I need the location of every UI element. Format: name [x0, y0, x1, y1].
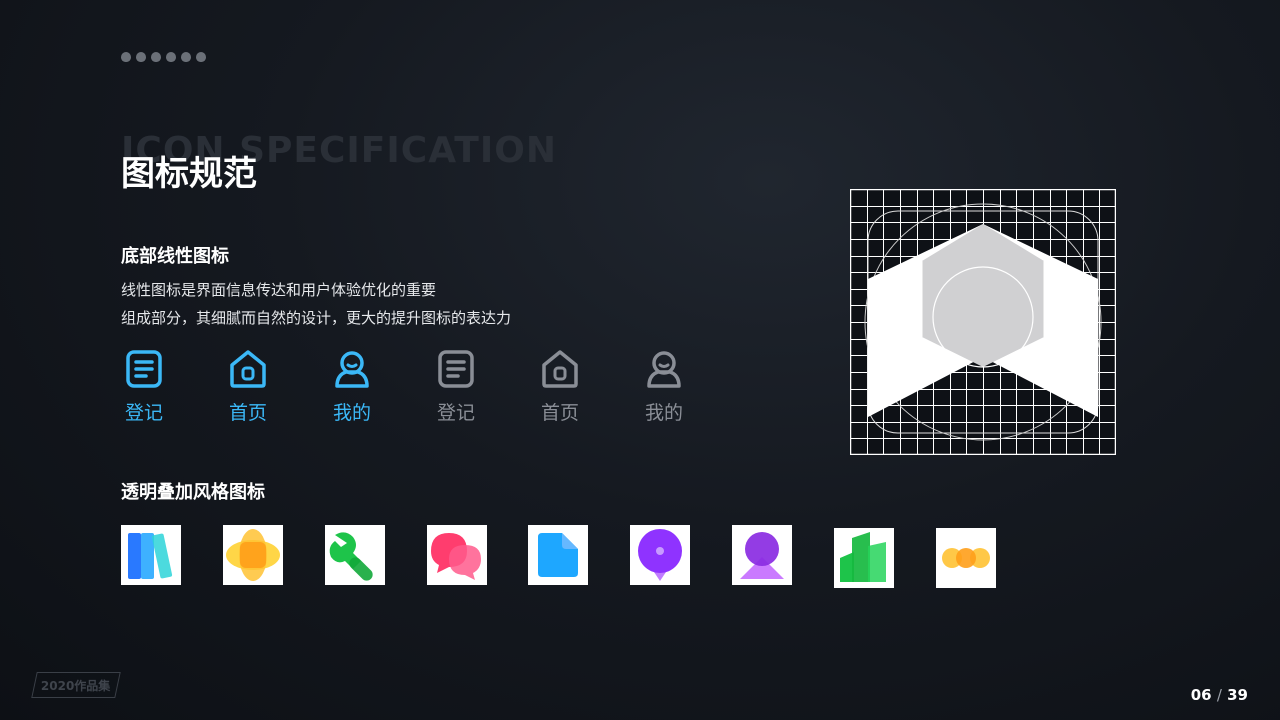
- wrench-icon: [329, 532, 373, 581]
- document-icon: [126, 350, 162, 388]
- line-icon-label: 登记: [436, 402, 475, 424]
- line-icon-register-inactive[interactable]: 登记: [426, 348, 486, 425]
- user-icon: [647, 351, 681, 388]
- portfolio-badge-label: 2020作品集: [41, 678, 111, 693]
- description-line-1: 线性图标是界面信息传达和用户体验优化的重要: [121, 281, 437, 299]
- app-icon-coins[interactable]: [936, 528, 996, 588]
- app-icon-chat-bubbles[interactable]: [427, 525, 487, 585]
- home-icon: [230, 350, 266, 388]
- document-icon: [438, 350, 474, 388]
- person-icon: [740, 532, 784, 579]
- line-icon-label: 首页: [540, 402, 579, 424]
- app-icon-person[interactable]: [732, 525, 792, 585]
- section-heading-line-icons: 底部线性图标: [121, 246, 229, 267]
- portfolio-badge: 2020作品集: [31, 672, 121, 698]
- app-icon-file[interactable]: [528, 525, 588, 585]
- building-chart-icon: [840, 532, 886, 582]
- progress-dots: [121, 52, 206, 62]
- page-title: 图标规范: [121, 154, 257, 194]
- line-icon-label: 首页: [228, 402, 267, 424]
- page-current: 06: [1190, 686, 1212, 704]
- section-heading-overlay-icons: 透明叠加风格图标: [121, 482, 265, 503]
- page-total: 39: [1227, 686, 1248, 704]
- location-pin-icon: [638, 529, 682, 581]
- line-icon-profile-active[interactable]: 我的: [322, 348, 382, 425]
- dot-icon: [136, 52, 146, 62]
- grid-logo-icon: [850, 189, 1116, 455]
- user-icon: [335, 351, 369, 388]
- line-icon-profile-inactive[interactable]: 我的: [634, 348, 694, 425]
- dot-icon: [196, 52, 206, 62]
- line-icon-home-inactive[interactable]: 首页: [530, 348, 590, 425]
- dot-icon: [181, 52, 191, 62]
- section-description: 线性图标是界面信息传达和用户体验优化的重要 组成部分，其细腻而自然的设计，更大的…: [121, 276, 511, 332]
- dot-icon: [166, 52, 176, 62]
- line-icon-label: 登记: [124, 402, 163, 424]
- app-icon-orange-blob[interactable]: [223, 525, 283, 585]
- app-icon-books[interactable]: [121, 525, 181, 585]
- dot-icon: [121, 52, 131, 62]
- line-icon-label: 我的: [644, 402, 683, 424]
- app-icon-wrench[interactable]: [325, 525, 385, 585]
- file-icon: [538, 533, 578, 577]
- books-icon: [128, 533, 173, 579]
- chat-bubbles-icon: [431, 533, 481, 580]
- app-icon-location-pin[interactable]: [630, 525, 690, 585]
- coins-icon: [942, 548, 990, 568]
- orange-blob-icon: [226, 529, 280, 581]
- dot-icon: [151, 52, 161, 62]
- app-icon-building-chart[interactable]: [834, 528, 894, 588]
- icon-grid-illustration: [850, 189, 1116, 455]
- page-separator: /: [1216, 686, 1222, 704]
- home-icon: [542, 350, 578, 388]
- page-number: 06 / 39: [1191, 686, 1248, 704]
- description-line-2: 组成部分，其细腻而自然的设计，更大的提升图标的表达力: [121, 309, 512, 327]
- line-icon-label: 我的: [332, 402, 371, 424]
- line-icon-register-active[interactable]: 登记: [114, 348, 174, 425]
- line-icon-home-active[interactable]: 首页: [218, 348, 278, 425]
